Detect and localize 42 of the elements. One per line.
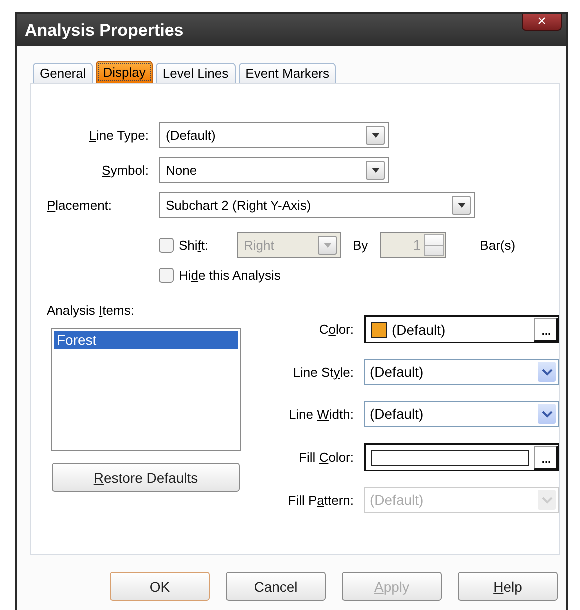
field-label: Line Width: bbox=[288, 406, 355, 422]
field-label: Line Type: bbox=[88, 128, 150, 142]
field-label: Symbol: bbox=[101, 162, 150, 178]
dropdown[interactable]: (Default) bbox=[364, 359, 559, 385]
chevron-icon bbox=[542, 368, 552, 376]
window-title: Analysis Properties bbox=[25, 21, 184, 41]
dropdown[interactable]: (Default) bbox=[364, 401, 559, 427]
caret-icon bbox=[324, 242, 332, 248]
close-button[interactable]: × bbox=[522, 14, 562, 31]
chevron-icon bbox=[542, 496, 552, 504]
dropdown[interactable]: Subchart 2 (Right Y-Axis) bbox=[159, 192, 475, 218]
list-label: Analysis Items: bbox=[47, 303, 136, 318]
by-label: By bbox=[353, 238, 368, 252]
dropdown[interactable]: None bbox=[159, 157, 389, 183]
restore-defaults-button[interactable]: Restore Defaults bbox=[52, 463, 240, 492]
caret-icon bbox=[458, 202, 466, 208]
color-field[interactable]: ... bbox=[364, 443, 559, 471]
color-field[interactable]: (Default) ... bbox=[364, 315, 559, 343]
checkbox[interactable] bbox=[159, 268, 174, 283]
dialog-button[interactable]: Cancel bbox=[226, 572, 326, 601]
unit-label: Bar(s) bbox=[480, 238, 516, 252]
caret-icon bbox=[372, 132, 380, 138]
tab[interactable]: Display bbox=[96, 61, 153, 83]
checkbox-label: Shift: bbox=[179, 238, 210, 252]
tab[interactable]: General bbox=[33, 63, 94, 83]
tab[interactable]: Event Markers bbox=[238, 63, 336, 83]
spinner-arrows-icon[interactable] bbox=[424, 234, 444, 256]
checkbox-label: Hide this Analysis bbox=[179, 268, 281, 283]
field-label: Fill Color: bbox=[298, 450, 355, 464]
field-label: Fill Pattern: bbox=[287, 492, 355, 508]
list-item[interactable]: Forest bbox=[54, 331, 238, 349]
field-label: Placement: bbox=[47, 198, 114, 212]
dropdown[interactable]: (Default) bbox=[159, 122, 389, 148]
browse-button[interactable]: ... bbox=[534, 446, 558, 470]
dialog-button[interactable]: OK bbox=[110, 572, 210, 601]
field-label: Line Style: bbox=[292, 364, 355, 380]
field-label: Color: bbox=[318, 322, 355, 336]
dialog-button[interactable]: Help bbox=[458, 572, 558, 601]
chevron-icon bbox=[542, 410, 552, 418]
browse-button[interactable]: ... bbox=[534, 318, 558, 342]
tab[interactable]: Level Lines bbox=[156, 63, 236, 83]
caret-icon bbox=[372, 168, 380, 172]
